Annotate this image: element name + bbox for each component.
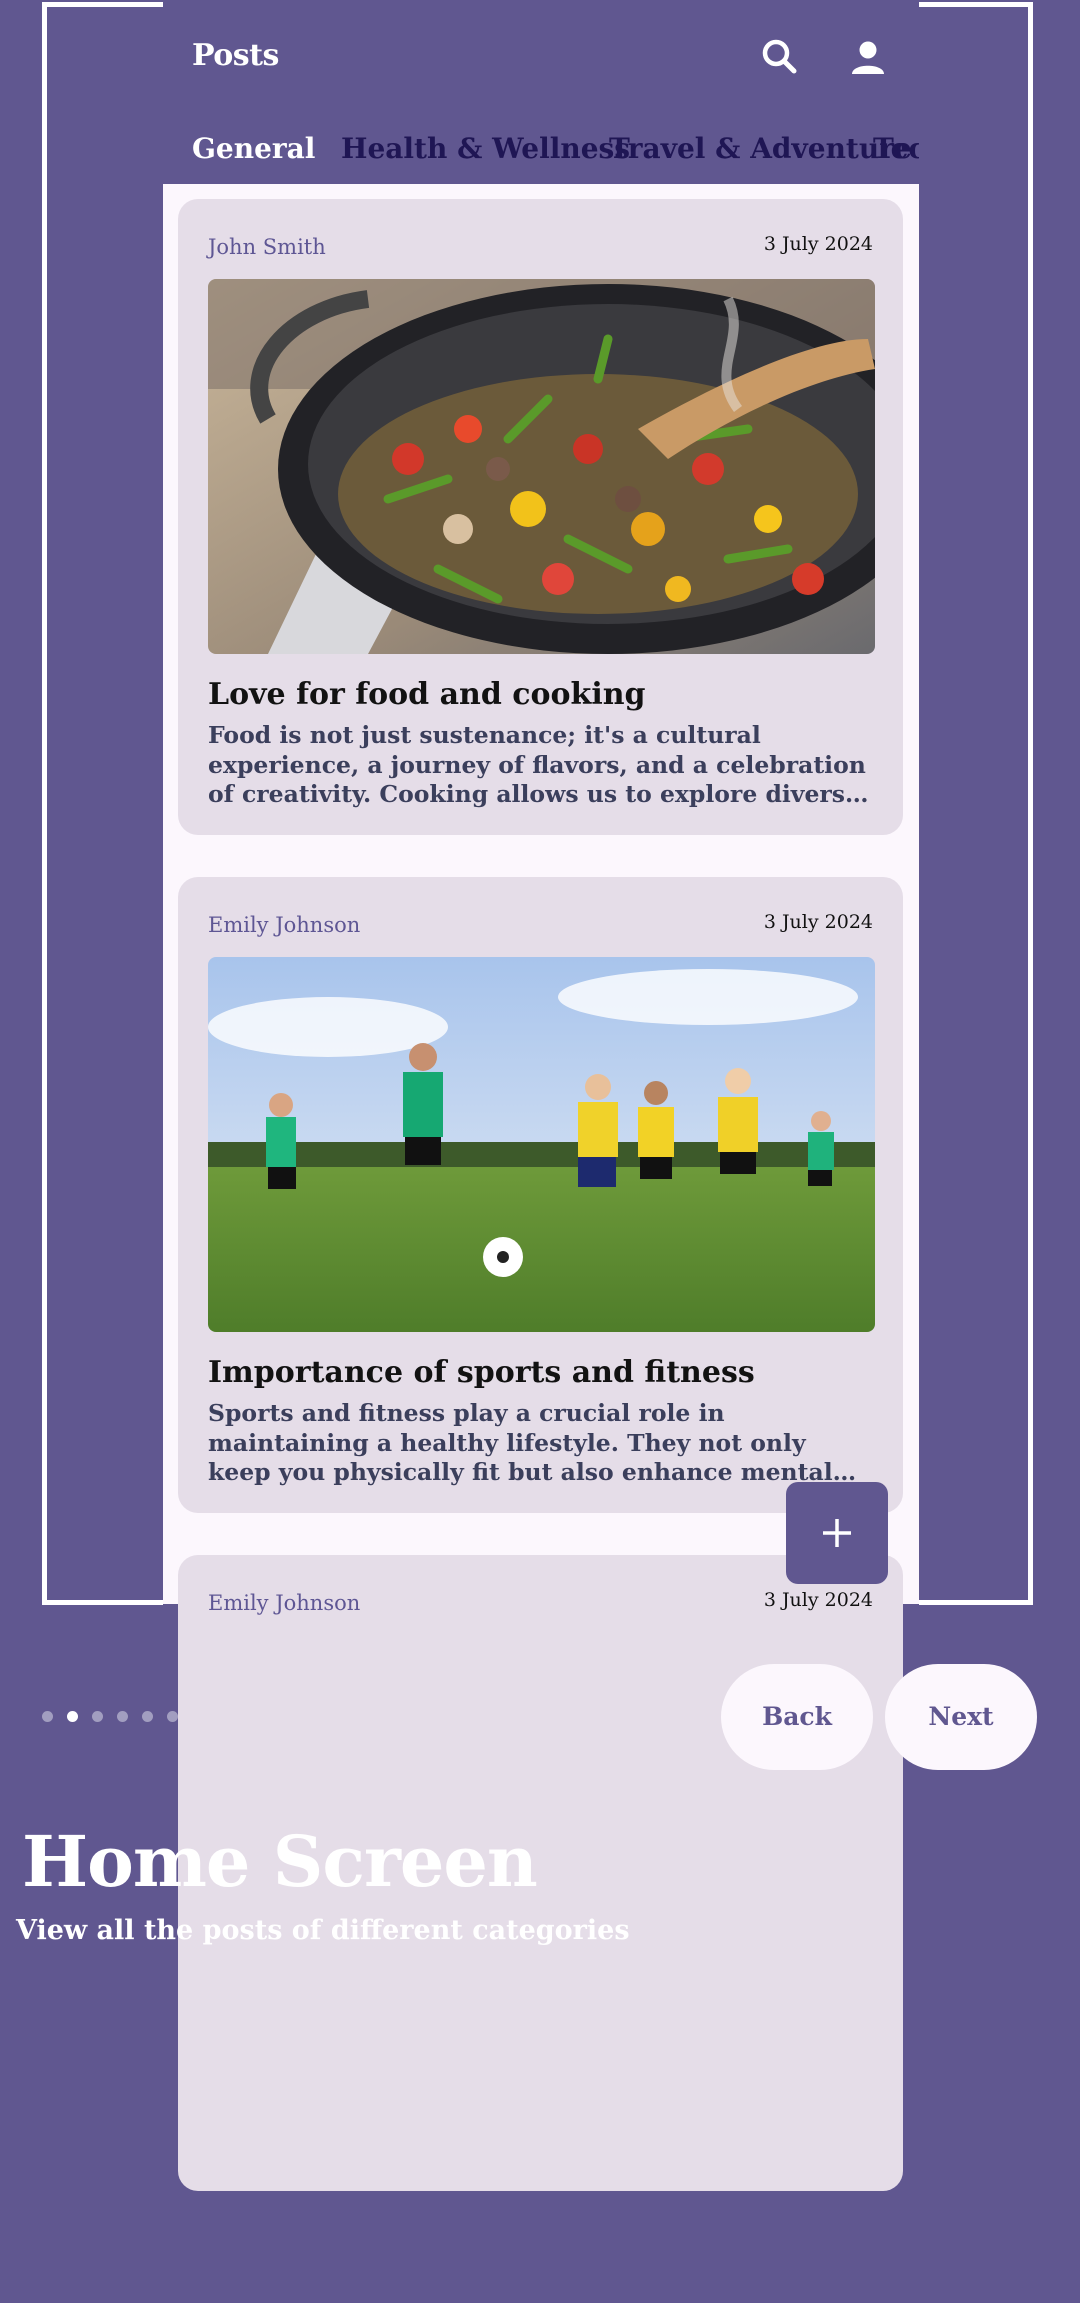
tab-tech[interactable]: Tech — [873, 132, 919, 165]
post-card[interactable]: Emily Johnson 3 July 2024 — [178, 877, 903, 1513]
back-button[interactable]: Back — [721, 1664, 873, 1770]
tab-indicator — [163, 178, 329, 182]
post-image-cooking — [208, 279, 875, 654]
post-date: 3 July 2024 — [763, 233, 873, 255]
account-icon[interactable] — [846, 36, 890, 80]
page-dot — [117, 1711, 128, 1722]
post-excerpt: Food is not just sustenance; it's a cult… — [208, 721, 866, 808]
page-dot — [42, 1711, 53, 1722]
next-button[interactable]: Next — [885, 1664, 1037, 1770]
post-title: Importance of sports and fitness — [208, 1355, 755, 1390]
post-author: Emily Johnson — [208, 1591, 361, 1615]
post-date: 3 July 2024 — [763, 1589, 873, 1611]
add-post-button[interactable] — [786, 1482, 888, 1584]
tab-general[interactable]: General — [192, 132, 315, 165]
tab-health-wellness[interactable]: Health & Wellness — [341, 132, 630, 165]
post-image-sports — [208, 957, 875, 1332]
page-title: Posts — [192, 38, 279, 73]
screen-heading: Home Screen — [22, 1820, 538, 1903]
app-bar: Posts — [163, 0, 919, 110]
page-dot — [167, 1711, 178, 1722]
post-date: 3 July 2024 — [763, 911, 873, 933]
page-dot — [142, 1711, 153, 1722]
screen-subtitle: View all the posts of different categori… — [16, 1915, 630, 1946]
page-dot-active — [67, 1711, 78, 1722]
search-icon[interactable] — [758, 36, 802, 80]
category-tabs: General Health & Wellness Travel & Adven… — [163, 118, 919, 184]
post-excerpt: Sports and fitness play a crucial role i… — [208, 1399, 833, 1486]
tab-travel-adventure[interactable]: Travel & Adventure — [609, 132, 912, 165]
post-card[interactable]: John Smith 3 July 2024 Love for food and… — [178, 199, 903, 835]
plus-icon — [823, 1519, 851, 1547]
post-feed: John Smith 3 July 2024 Love for food and… — [163, 184, 919, 2191]
post-title: Love for food and cooking — [208, 677, 646, 712]
tab-strip: Health & Wellness Travel & Adventure Tec… — [329, 118, 919, 184]
post-author: John Smith — [208, 235, 326, 259]
post-author: Emily Johnson — [208, 913, 361, 937]
page-dot — [92, 1711, 103, 1722]
